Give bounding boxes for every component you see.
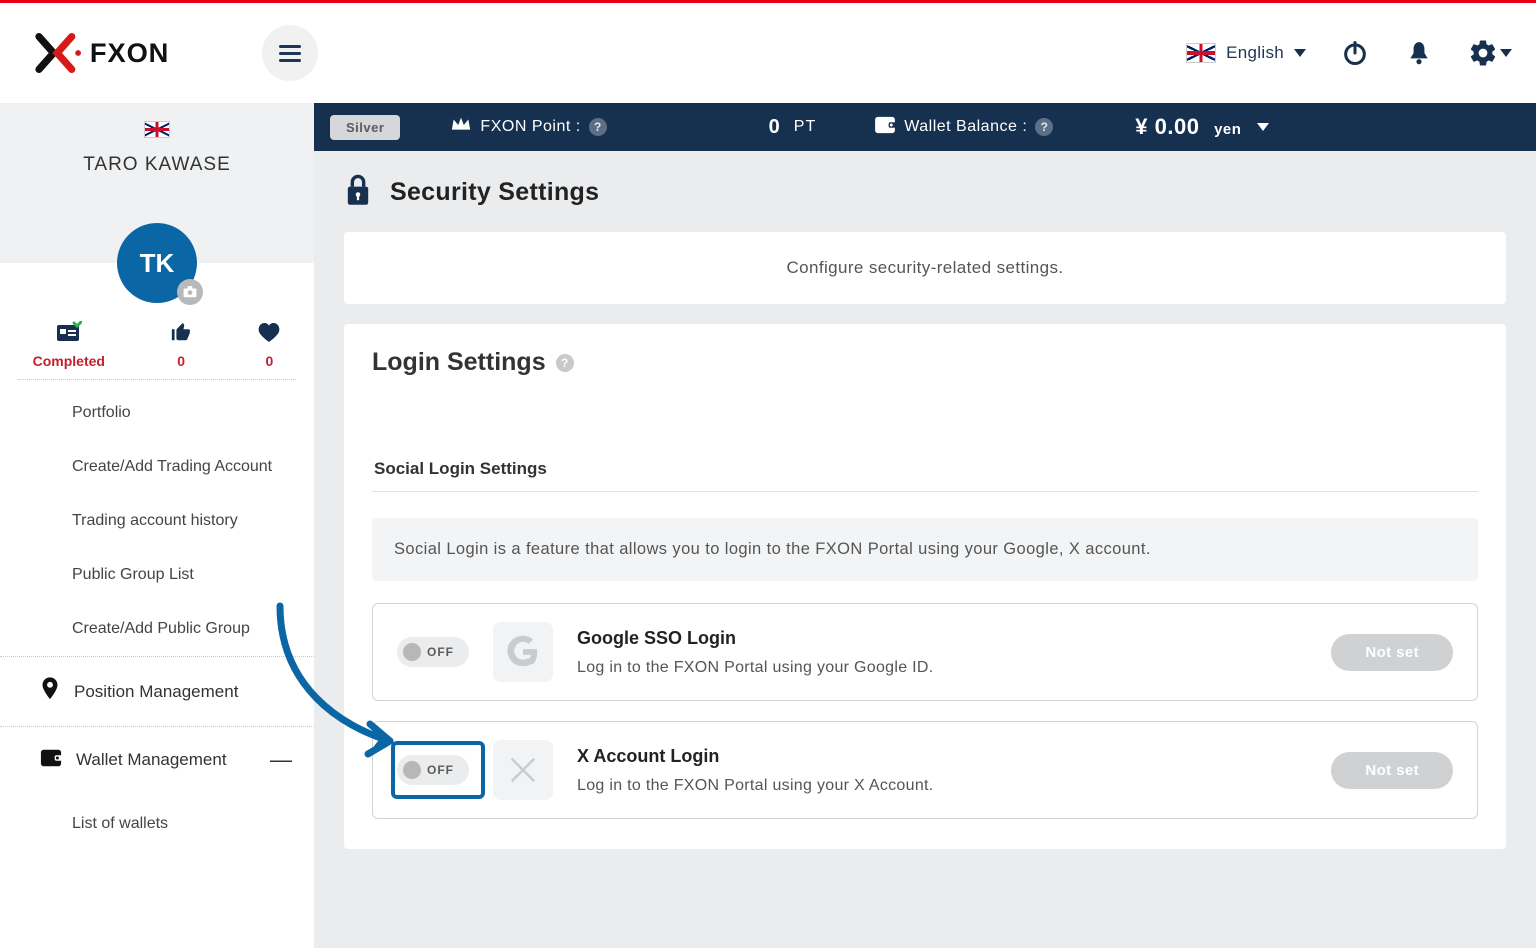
stat-completed-label: Completed — [33, 353, 105, 369]
toggle-google-sso[interactable]: OFF — [397, 637, 469, 667]
power-button[interactable] — [1340, 38, 1370, 68]
collapse-icon: — — [270, 747, 292, 773]
brand-logo[interactable]: FXON — [24, 33, 234, 73]
svg-text:FXON: FXON — [90, 37, 169, 68]
tier-badge: Silver — [330, 115, 400, 140]
sidebar-menu: Portfolio Create/Add Trading Account Tra… — [0, 380, 314, 656]
wallet-amount: ¥ 0.00 — [1135, 114, 1199, 139]
wallet-icon — [40, 748, 62, 773]
intro-text: Configure security-related settings. — [786, 258, 1063, 277]
wallet-label: Wallet Balance : — [904, 118, 1027, 136]
sso-desc: Log in to the FXON Portal using your Goo… — [577, 659, 1307, 677]
settings-menu[interactable] — [1468, 38, 1512, 68]
header-right: English — [1186, 38, 1512, 68]
menu-section-position-mgmt[interactable]: Position Management — [0, 656, 314, 726]
menu-section-label: Position Management — [74, 682, 238, 702]
help-icon[interactable]: ? — [556, 354, 574, 372]
header: FXON English — [0, 3, 1536, 103]
section-head: Login Settings ? — [372, 348, 1478, 377]
menu-item-trading-history[interactable]: Trading account history — [0, 494, 314, 548]
notifications-button[interactable] — [1404, 38, 1434, 68]
location-pin-icon — [40, 677, 60, 706]
sso-row-x-account: OFF X Account Login Log in to the FXON P… — [372, 721, 1478, 819]
toggle-label: OFF — [427, 645, 454, 659]
user-name: TARO KAWASE — [0, 154, 314, 176]
menu-item-portfolio[interactable]: Portfolio — [0, 386, 314, 440]
sso-title: Google SSO Login — [577, 628, 1307, 649]
toggle-knob — [403, 643, 421, 661]
wallet-icon — [874, 116, 896, 139]
language-selector[interactable]: English — [1186, 43, 1306, 63]
points-group: FXON Point : ? — [450, 116, 606, 139]
content: TARO KAWASE TK Completed 0 — [0, 103, 1536, 948]
x-icon — [493, 740, 553, 800]
main: Silver FXON Point : ? 0 PT Wallet Balanc… — [314, 103, 1536, 948]
menu-toggle-button[interactable] — [262, 25, 318, 81]
annotation-highlight-box — [391, 741, 485, 799]
sso-text-x: X Account Login Log in to the FXON Porta… — [577, 746, 1307, 795]
stat-thumbs-value: 0 — [177, 353, 185, 369]
menu-section-wallet-mgmt[interactable]: Wallet Management — — [0, 726, 314, 793]
sidebar: TARO KAWASE TK Completed 0 — [0, 103, 314, 948]
heart-icon — [257, 321, 281, 343]
help-icon[interactable]: ? — [1035, 118, 1053, 136]
page-title-row: Security Settings — [344, 173, 1506, 212]
toggle-highlight: OFF — [397, 755, 469, 785]
help-icon[interactable]: ? — [589, 118, 607, 136]
page-body: Security Settings Configure security-rel… — [314, 151, 1536, 849]
stat-thumbs[interactable]: 0 — [170, 321, 192, 369]
wallet-group: Wallet Balance : ? — [874, 116, 1053, 139]
gear-icon — [1468, 38, 1498, 68]
menu-item-public-group-list[interactable]: Public Group List — [0, 548, 314, 602]
sso-row-google: OFF Google SSO Login Log in to the FXON … — [372, 603, 1478, 701]
crown-icon — [450, 116, 472, 139]
chevron-down-icon — [1294, 49, 1306, 57]
points-unit: PT — [794, 118, 816, 136]
profile-stats: Completed 0 0 — [0, 303, 314, 379]
chevron-down-icon — [1500, 49, 1512, 57]
sso-title: X Account Login — [577, 746, 1307, 767]
flag-uk-icon — [1186, 43, 1216, 63]
points-label: FXON Point : — [480, 118, 580, 136]
stat-completed[interactable]: Completed — [33, 321, 105, 369]
google-icon — [493, 622, 553, 682]
thumbs-up-icon — [170, 321, 192, 343]
points-value: 0 — [769, 116, 780, 139]
language-label: English — [1226, 43, 1284, 63]
avatar-initials: TK — [140, 248, 175, 279]
google-notset-button[interactable]: Not set — [1331, 634, 1453, 671]
page-title: Security Settings — [390, 178, 599, 207]
stat-favorites[interactable]: 0 — [257, 321, 281, 369]
menu-item-list-of-wallets[interactable]: List of wallets — [0, 793, 314, 851]
user-flag-icon — [144, 121, 170, 138]
wallet-value-group[interactable]: ¥ 0.00 yen — [1135, 114, 1269, 140]
chevron-down-icon — [1257, 123, 1269, 131]
section-title: Login Settings — [372, 348, 546, 377]
header-left: FXON — [24, 25, 318, 81]
menu-item-create-public-group[interactable]: Create/Add Public Group — [0, 602, 314, 656]
x-notset-button[interactable]: Not set — [1331, 752, 1453, 789]
hamburger-icon — [279, 43, 301, 64]
intro-card: Configure security-related settings. — [344, 232, 1506, 304]
avatar-wrap: TK — [117, 223, 197, 303]
sso-desc: Log in to the FXON Portal using your X A… — [577, 777, 1307, 795]
login-settings-card: Login Settings ? Social Login Settings S… — [344, 324, 1506, 849]
sso-text-google: Google SSO Login Log in to the FXON Port… — [577, 628, 1307, 677]
id-card-check-icon — [56, 321, 82, 343]
points-value-group: 0 PT — [769, 116, 817, 139]
social-login-info: Social Login is a feature that allows yo… — [372, 518, 1478, 581]
avatar-camera-button[interactable] — [177, 279, 203, 305]
menu-section-label: Wallet Management — [76, 750, 227, 770]
stat-heart-value: 0 — [265, 353, 273, 369]
social-login-subhead: Social Login Settings — [372, 443, 1478, 492]
status-bar: Silver FXON Point : ? 0 PT Wallet Balanc… — [314, 103, 1536, 151]
camera-icon — [183, 286, 197, 298]
menu-item-create-account[interactable]: Create/Add Trading Account — [0, 440, 314, 494]
wallet-value: ¥ 0.00 yen — [1135, 114, 1241, 140]
lock-icon — [344, 173, 372, 212]
wallet-unit: yen — [1214, 121, 1241, 138]
